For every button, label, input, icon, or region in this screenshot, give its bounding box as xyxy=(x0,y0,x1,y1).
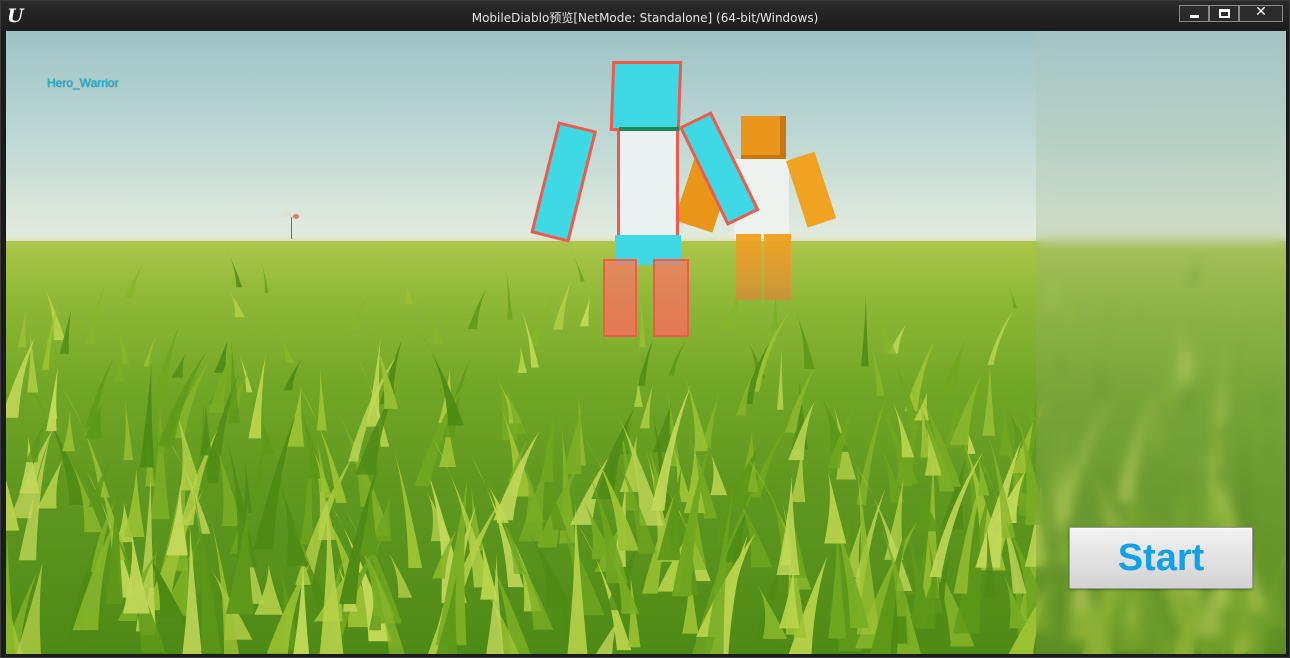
title-bar[interactable]: U MobileDiablo预览[NetMode: Standalone] (6… xyxy=(1,1,1289,31)
grass-blade xyxy=(27,330,39,393)
grass-blade xyxy=(776,347,784,410)
grass-blade xyxy=(261,260,269,294)
grass-blade xyxy=(818,393,849,452)
grass-blade xyxy=(151,325,180,401)
grass-blade xyxy=(277,334,295,363)
minimize-button[interactable] xyxy=(1179,5,1209,22)
window-title: MobileDiablo预览[NetMode: Standalone] (64-… xyxy=(471,11,819,25)
hero-name-label: Hero_Warrior xyxy=(47,76,119,90)
grass-blade xyxy=(493,362,518,441)
grass-blade xyxy=(987,310,1014,366)
game-window: U MobileDiablo预览[NetMode: Standalone] (6… xyxy=(0,0,1290,658)
game-viewport[interactable]: Hero_Warrior Start xyxy=(6,31,1286,654)
grass-blade xyxy=(226,250,243,288)
grass-blade xyxy=(998,405,1014,456)
grass-blade xyxy=(143,335,157,367)
grass-blade xyxy=(248,437,267,511)
start-button[interactable]: Start xyxy=(1069,527,1253,589)
grass-blade xyxy=(228,338,241,424)
grass-blade xyxy=(414,376,470,487)
grass-blade xyxy=(283,359,302,391)
grass-blade xyxy=(46,366,59,432)
grass-blade xyxy=(17,308,27,348)
grass-blade xyxy=(404,284,413,304)
grass-blade xyxy=(668,340,687,376)
grass-blade xyxy=(639,385,653,429)
grass-blade xyxy=(941,339,967,392)
grass-blade xyxy=(870,301,897,355)
minimize-icon xyxy=(1190,15,1199,18)
grass-blade xyxy=(824,471,847,544)
grass-blade xyxy=(540,404,556,482)
grass-blade xyxy=(349,294,369,330)
window-controls: ✕ xyxy=(1179,4,1283,22)
grass-blade xyxy=(1007,286,1018,309)
grass-blade xyxy=(124,263,144,298)
grass-blade xyxy=(228,290,245,318)
hero-character[interactable] xyxy=(530,59,760,339)
grass-blade xyxy=(387,430,423,569)
grass-blade xyxy=(108,295,130,365)
grass-blade xyxy=(977,454,990,496)
grass-blade xyxy=(123,467,145,537)
grass-blade xyxy=(1013,361,1037,421)
grass-blade xyxy=(467,290,486,330)
grass-blade xyxy=(88,458,112,508)
grass-blade xyxy=(866,330,885,396)
grass-blade xyxy=(682,371,709,452)
grass-blade xyxy=(85,282,107,344)
grass-blade xyxy=(982,361,996,436)
flower-sprite xyxy=(282,211,302,239)
grass-blade xyxy=(123,398,134,461)
grass-blade xyxy=(710,453,728,496)
close-icon: ✕ xyxy=(1255,4,1267,20)
close-button[interactable]: ✕ xyxy=(1239,4,1283,22)
grass-blade xyxy=(794,307,815,370)
grass-blade xyxy=(139,363,155,468)
grass-blade xyxy=(41,281,66,341)
grass-blade xyxy=(171,354,185,378)
grass-blade xyxy=(237,350,253,393)
maximize-button[interactable] xyxy=(1209,5,1239,22)
grass-blade xyxy=(62,411,75,452)
grass-blade xyxy=(861,295,869,367)
grass-blade xyxy=(316,366,327,431)
grass-blade xyxy=(420,298,444,345)
grass-blade xyxy=(505,265,513,320)
grass-blade xyxy=(517,345,528,374)
maximize-icon xyxy=(1219,9,1230,18)
